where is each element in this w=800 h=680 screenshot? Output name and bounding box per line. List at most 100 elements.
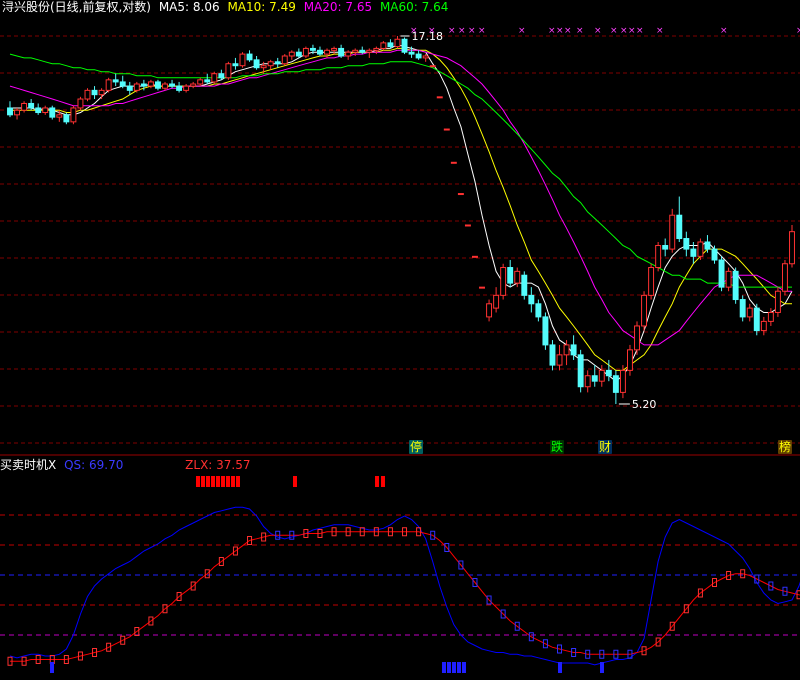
candle-down [126,85,133,91]
signal-x-mark: × [548,26,556,36]
sell-signal-bar [293,476,297,487]
signal-x-mark: × [448,26,456,36]
candle-down [204,79,211,83]
tag-drop[interactable]: 跌 [550,440,565,454]
candle-down [169,83,176,87]
signal-x-mark: × [564,26,572,36]
candle-up [626,349,633,371]
candle-down [91,89,98,96]
buy-signal-bar [452,662,456,673]
sell-signal-bar [375,476,379,487]
zlx-value: ZLX: 37.57 [185,458,251,472]
candle-up [746,307,753,318]
sell-signal-bar [216,476,220,487]
candle-up [464,224,471,227]
signal-x-mark: × [594,26,602,36]
signal-x-mark: × [636,26,644,36]
ma5-value: MA5: 8.06 [158,0,220,14]
candle-up [211,73,218,83]
candle-down [577,354,584,388]
indicator-header: 买卖时机X QS: 69.70 ZLX: 37.57 [0,458,251,472]
candle-up [429,65,436,68]
candle-up [493,294,500,309]
candle-down [63,114,70,123]
candle-down [408,51,415,55]
candle-up [380,42,387,49]
signal-x-mark: × [518,26,526,36]
candle-down [676,214,683,240]
candle-up [450,161,457,164]
candle-down [338,47,345,57]
tag-finance[interactable]: 财 [598,440,613,454]
candle-up [190,83,197,87]
signal-x-mark: × [720,26,728,36]
zlx-line [10,531,800,662]
buy-signal-bar [600,662,604,673]
candle-up [373,47,380,51]
candle-up [239,53,246,67]
sell-signal-bar [231,476,235,487]
candle-down [28,102,35,109]
candle-down [154,81,161,89]
candle-up [324,49,330,55]
candle-up [500,267,507,296]
buy-signal-bar [462,662,466,673]
candle-up [162,83,168,89]
candle-down [274,61,281,65]
candle-down [732,270,739,301]
candle-down [112,79,119,83]
signal-x-mark: × [478,26,486,36]
candle-up [197,79,204,85]
candle-down [401,38,408,53]
candle-down [295,51,302,57]
candle-up [486,303,493,318]
ma10-value: MA10: 7.49 [227,0,296,14]
candle-down [119,81,126,87]
candle-up [14,109,21,116]
candle-down [387,42,394,48]
candle-up [147,81,154,87]
candle-down [690,248,697,257]
candle-down [232,63,239,67]
signal-x-mark: × [610,26,618,36]
low-label: 5.20 [632,398,657,411]
sell-signal-bar [196,476,200,487]
candle-up [648,267,655,296]
ma5-line [10,44,793,382]
ma20-line [9,49,792,346]
tag-list[interactable]: 榜 [778,440,793,454]
candle-up [366,49,373,53]
candle-up [70,107,77,123]
tag-stop[interactable]: 停 [409,440,424,454]
candle-up [352,49,359,53]
candle-up [774,290,781,313]
candle-down [35,107,42,114]
sell-signal-bar [381,476,385,487]
candle-up [789,231,795,265]
signal-x-mark: × [468,26,476,36]
candle-down [718,259,725,288]
candle-up [781,263,788,292]
candle-up [598,369,605,382]
qs-line [9,506,800,666]
candle-down [246,53,253,61]
candle-up [634,325,640,351]
candle-down [49,107,56,118]
ma10-line [10,47,792,371]
price-panel-header: 浔兴股份(日线,前复权,对数) MA5: 8.06 MA10: 7.49 MA2… [2,0,448,14]
candle-up [619,369,626,393]
candle-up [760,320,767,332]
candle-down [542,316,549,346]
buy-signal-bar [457,662,461,673]
candle-down [753,307,760,332]
candle-down [612,375,619,393]
stock-title: 浔兴股份(日线,前复权,对数) [2,0,151,14]
indicator-name: 买卖时机X [0,458,57,472]
candle-down [253,59,260,69]
candle-up [267,61,274,67]
candle-up [84,89,91,100]
candle-up [394,38,401,48]
candle-up [443,128,450,131]
candle-up [457,193,464,196]
kline-chart[interactable]: 17.185.20× × × × × × × × × × × × × × × × × × × [0,0,800,680]
